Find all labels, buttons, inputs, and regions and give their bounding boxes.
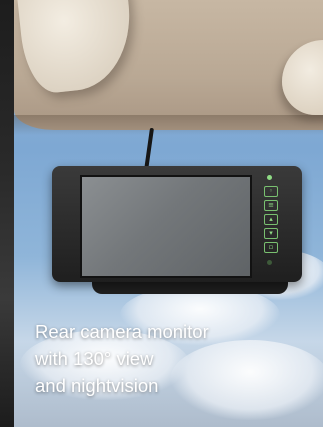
adjacent-photo-edge <box>0 0 14 427</box>
monitor-screen <box>80 175 252 278</box>
sensor-led-icon <box>267 260 272 265</box>
menu-icon: ≡ <box>264 200 278 211</box>
product-photo: ◦ ≡ ▴ ▾ ▫ Rear camera monitor with 130° … <box>0 0 323 427</box>
photo-caption: Rear camera monitor with 130° view and n… <box>35 318 305 399</box>
power-icon: ◦ <box>264 186 278 197</box>
caption-line-1: Rear camera monitor <box>35 321 209 342</box>
up-icon: ▴ <box>264 214 278 225</box>
caption-line-2: with 130° view <box>35 348 154 369</box>
down-icon: ▾ <box>264 228 278 239</box>
monitor-button-column: ◦ ≡ ▴ ▾ ▫ <box>258 172 284 276</box>
power-led-icon <box>267 175 272 180</box>
source-icon: ▫ <box>264 242 278 253</box>
caption-line-3: and nightvision <box>35 375 159 396</box>
rear-camera-monitor: ◦ ≡ ▴ ▾ ▫ <box>52 166 302 282</box>
headliner-shadow <box>14 115 323 135</box>
